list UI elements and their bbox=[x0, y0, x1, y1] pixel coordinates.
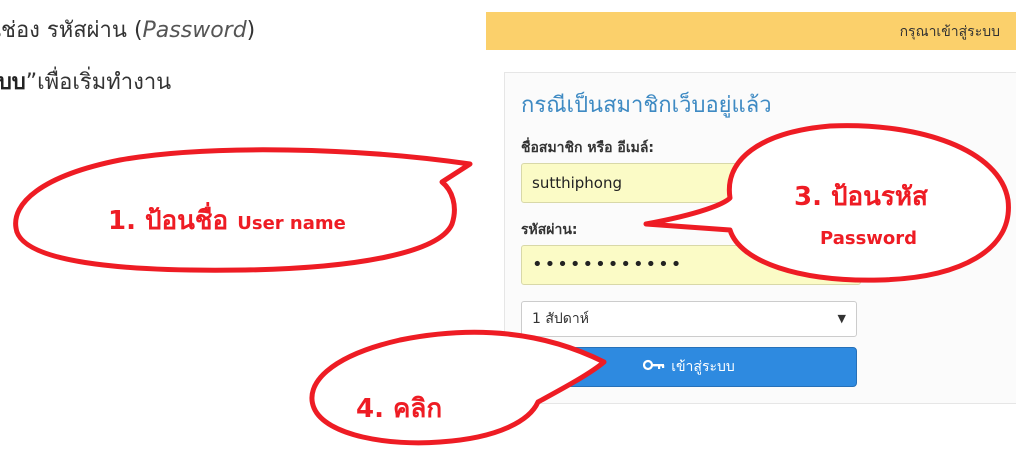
callout-1-main: 1. ป้อนชื่อ bbox=[108, 206, 229, 236]
callout-1-sub: User name bbox=[237, 213, 346, 234]
callout-3-sub: Password bbox=[820, 228, 918, 249]
callout-3-main: 3. ป้อนรหัส bbox=[794, 182, 928, 212]
callout-1-text: 1. ป้อนชื่อ User name bbox=[108, 200, 346, 241]
callout-4-text: 4. คลิก bbox=[356, 394, 443, 424]
